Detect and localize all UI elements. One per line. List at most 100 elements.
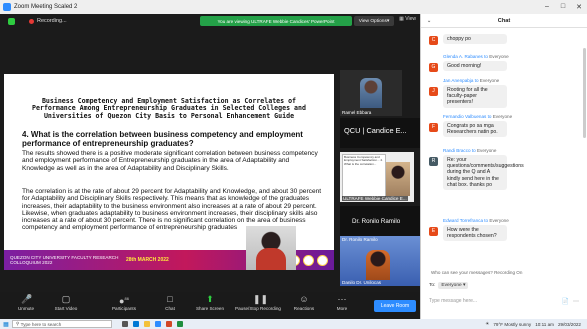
chat-sender: Edward Torrefranca to Everyone — [443, 218, 509, 223]
chat-message-text: Good morning! — [443, 61, 507, 72]
chat-message-text: Re: your questions/comments/suggestions … — [443, 155, 524, 191]
unmute-button[interactable]: 🎤 Unmute — [6, 294, 46, 316]
chat-sender: Randi Bracco to Everyone — [443, 148, 497, 153]
chat-message-list[interactable]: C choppy po G Glenda A. Rabanes to Every… — [421, 28, 587, 266]
file-icon[interactable]: 📄 — [562, 298, 569, 305]
chrome-icon[interactable] — [177, 321, 183, 327]
more-button[interactable]: ⋯ More — [322, 294, 362, 316]
avatar: F — [429, 123, 438, 132]
chat-recipient: Everyone — [488, 218, 509, 223]
system-tray: ☀ 79°F Mostly sunny 10:11 am 29/03/2022 — [485, 321, 587, 327]
participant-video — [360, 78, 382, 108]
chat-title: Chat — [497, 17, 511, 24]
pause-stop-label: Pause/Stop Recording — [235, 306, 281, 311]
avatar: C — [429, 36, 438, 45]
zoom-app-icon[interactable] — [155, 321, 161, 327]
maximize-icon[interactable]: □ — [555, 3, 571, 11]
shared-slide: Business Competency and Employment Satis… — [4, 74, 334, 270]
minimize-icon[interactable]: – — [539, 3, 555, 11]
more-dots-icon: ⋯ — [337, 294, 347, 304]
recording-label: Recording... — [37, 18, 67, 24]
microphone-muted-icon: 🎤 — [21, 294, 33, 304]
more-label: More — [336, 306, 348, 311]
view-options-button[interactable]: View Options ▾ — [354, 16, 394, 26]
participant-tile[interactable]: Business Competency and Employment Satis… — [340, 152, 414, 202]
share-screen-icon: ⬆ — [206, 294, 214, 304]
shared-slide-thumbnail: Business Competency and Employment Satis… — [342, 154, 386, 198]
chat-recipient: Everyone — [491, 114, 513, 119]
chat-input-icons: 📄 ⋯ — [562, 298, 579, 305]
participants-button[interactable]: ●86 Participants — [104, 294, 144, 316]
windows-start-icon[interactable]: ▦ — [0, 321, 12, 328]
participants-count: 86 — [124, 296, 129, 301]
powerpoint-icon[interactable] — [166, 321, 172, 327]
view-options-label: View Options — [358, 18, 387, 24]
weather-text: 79°F Mostly sunny — [493, 321, 532, 327]
chat-recipient: Everyone — [475, 148, 497, 153]
participant-tile[interactable]: Ramel Ebbara — [340, 70, 402, 116]
chat-recipient: Everyone — [478, 78, 500, 83]
task-view-icon[interactable] — [122, 321, 128, 327]
meeting-toolbar: 🎤 Unmute ▢ Start Video ●86 Participants □ Ch… — [0, 292, 420, 319]
participant-tile[interactable]: Dr. Ronilo Ramilo — [340, 206, 420, 236]
reactions-button[interactable]: ☺ Reactions — [284, 294, 324, 316]
participant-name: Danilo Dr. Unilocas — [342, 280, 382, 285]
title-bar: Zoom Meeting Scaled 2 – □ ✕ — [0, 0, 587, 14]
clock-time[interactable]: 10:11 am — [535, 322, 554, 327]
participant-label: Dr. Ronilo Ramilo — [342, 237, 378, 242]
participant-tile[interactable]: QCU | Candice E... — [340, 118, 420, 148]
avatar: R — [429, 157, 438, 166]
zoom-logo-icon — [3, 3, 11, 11]
zoom-window: Zoom Meeting Scaled 2 – □ ✕ Recording...… — [0, 0, 587, 329]
participant-name: QCU | Candice E... — [344, 126, 407, 135]
more-dots-icon[interactable]: ⋯ — [573, 298, 579, 305]
pause-stop-recording-button[interactable]: ❚❚ Pause/Stop Recording — [232, 294, 284, 316]
share-screen-button[interactable]: ⬆ Share Screen — [190, 294, 230, 316]
taskbar-search-input[interactable]: ⚲ Type here to search — [12, 320, 112, 328]
chat-message-text: Rooting for all the faculty-paper presen… — [443, 85, 507, 108]
avatar: G — [429, 63, 438, 72]
share-screen-label: Share Screen — [195, 306, 225, 311]
viewing-share-banner: You are viewing ULTRAFE Webbie Candices'… — [200, 16, 352, 26]
participant-video — [366, 250, 390, 280]
taskbar-search-placeholder: Type here to search — [20, 321, 62, 327]
chat-panel: ⌄ Chat C choppy po G Glenda A. Rabanes t… — [420, 14, 587, 319]
participant-name: Ramel Ebbara — [342, 110, 372, 115]
participants-icon: ●86 — [119, 296, 129, 306]
chat-header: ⌄ Chat — [421, 14, 587, 28]
chat-recipient-select[interactable]: Everyone ▾ — [438, 282, 469, 289]
chat-input[interactable]: Type message here... 📄 ⋯ — [429, 294, 579, 308]
chat-recipient-value: Everyone — [441, 283, 462, 288]
window-title: Zoom Meeting Scaled 2 — [14, 4, 78, 10]
participant-name: ULTRAFE Webbie Candice E... — [342, 196, 408, 201]
leave-room-button[interactable]: Leave Room — [374, 300, 416, 312]
chat-message-text: How were the respondents chosen? — [443, 225, 507, 242]
chat-sender: Jan Anenpabja to Everyone — [443, 78, 500, 83]
start-video-button[interactable]: ▢ Start Video — [46, 294, 86, 316]
chat-button[interactable]: □ Chat — [150, 294, 190, 316]
security-shield-icon[interactable] — [8, 17, 15, 25]
chat-sender: Glenda A. Rabanes to Everyone — [443, 54, 509, 59]
chat-scrollbar[interactable] — [583, 48, 586, 138]
chat-visibility-note[interactable]: Who can see your messages? Recording On — [431, 270, 522, 275]
chat-recipient-row: To: Everyone ▾ — [429, 282, 469, 289]
unmute-label: Unmute — [17, 306, 35, 311]
chat-to-label: To: — [429, 283, 436, 288]
taskbar-apps — [122, 321, 183, 327]
meeting-area: Recording... You are viewing ULTRAFE Web… — [0, 14, 420, 292]
file-explorer-icon[interactable] — [144, 321, 150, 327]
chat-recipient: Everyone — [487, 54, 509, 59]
participant-tile[interactable]: Dr. Ronilo Ramilo Danilo Dr. Unilocas — [340, 236, 420, 286]
participant-video — [386, 162, 410, 196]
close-icon[interactable]: ✕ — [571, 3, 587, 11]
weather-icon: ☀ — [485, 321, 490, 326]
chat-message-text: choppy po — [443, 34, 507, 45]
clock-date[interactable]: 29/03/2022 — [558, 322, 581, 327]
edge-browser-icon[interactable] — [133, 321, 139, 327]
video-off-icon: ▢ — [61, 294, 71, 304]
slide-footer-text: QUEZON CITY UNIVERSITY FACULTY RESEARCH … — [10, 254, 119, 265]
smiley-icon: ☺ — [299, 294, 309, 304]
windows-taskbar: ▦ ⚲ Type here to search ☀ 79°F Mostly su… — [0, 319, 587, 329]
view-button[interactable]: ▦ View — [399, 16, 416, 22]
chevron-down-icon[interactable]: ⌄ — [427, 18, 431, 24]
